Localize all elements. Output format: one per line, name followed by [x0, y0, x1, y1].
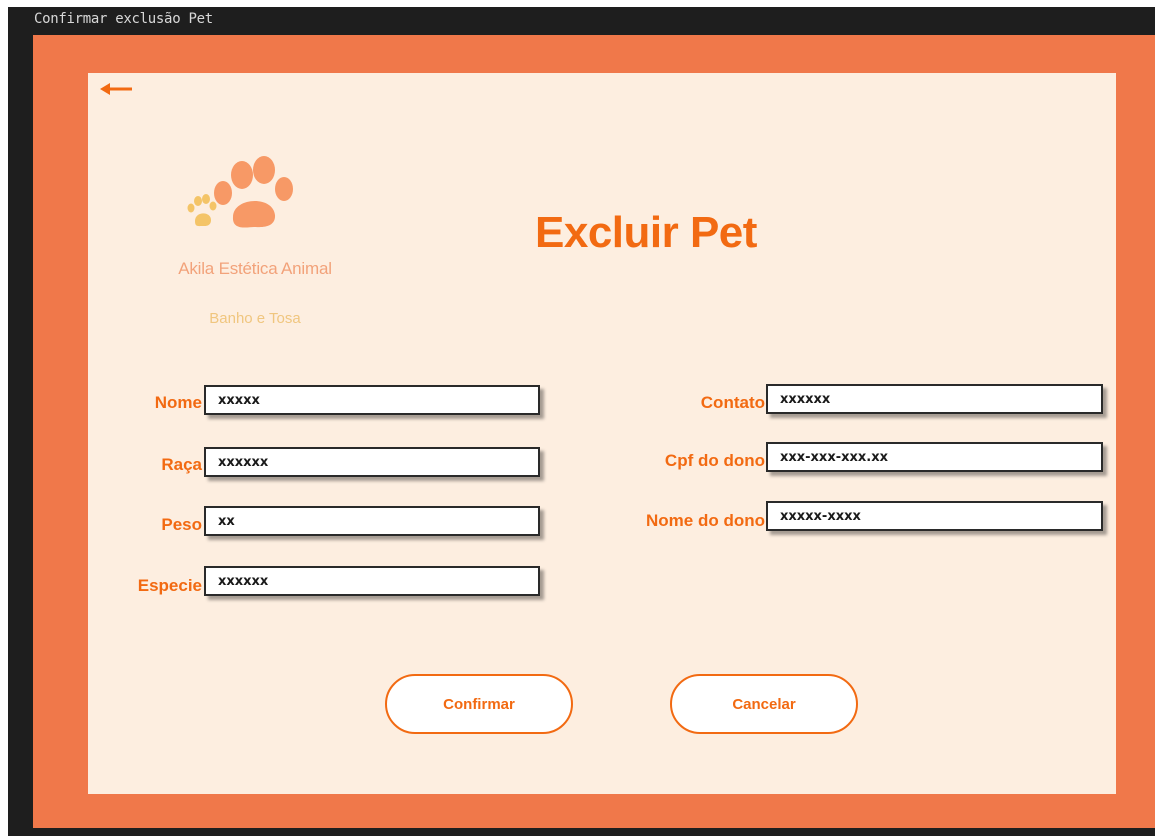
nome-dono-field[interactable]: [766, 501, 1103, 531]
especie-field[interactable]: [204, 566, 540, 596]
label-cpf-dono: Cpf do dono: [664, 451, 765, 470]
label-peso: Peso: [161, 515, 202, 534]
label-raca: Raça: [161, 455, 202, 474]
peso-field[interactable]: [204, 506, 540, 536]
page-title: Excluir Pet: [535, 208, 757, 257]
title-bar: Confirmar exclusão Pet: [8, 7, 1155, 35]
window-title: Confirmar exclusão Pet: [34, 11, 213, 27]
label-nome-dono: Nome do dono: [646, 511, 765, 530]
cpf-dono-field[interactable]: [766, 442, 1103, 472]
cancel-button[interactable]: Cancelar: [670, 674, 858, 734]
label-nome: Nome: [154, 393, 202, 412]
raca-field[interactable]: [204, 447, 540, 477]
contato-field[interactable]: [766, 384, 1103, 414]
arrow-left-icon[interactable]: [98, 79, 134, 99]
content-panel: Akila Estética Animal Banho e Tosa Exclu…: [88, 73, 1116, 794]
label-especie: Especie: [137, 576, 202, 595]
brand-name: Akila Estética Animal: [178, 259, 332, 278]
nome-field[interactable]: [204, 385, 540, 415]
label-contato: Contato: [700, 393, 765, 412]
brand-tagline: Banho e Tosa: [209, 310, 301, 327]
paw-print-icon: [187, 156, 293, 228]
confirm-button[interactable]: Confirmar: [385, 674, 573, 734]
brand-logo: Akila Estética Animal Banho e Tosa: [140, 155, 370, 335]
